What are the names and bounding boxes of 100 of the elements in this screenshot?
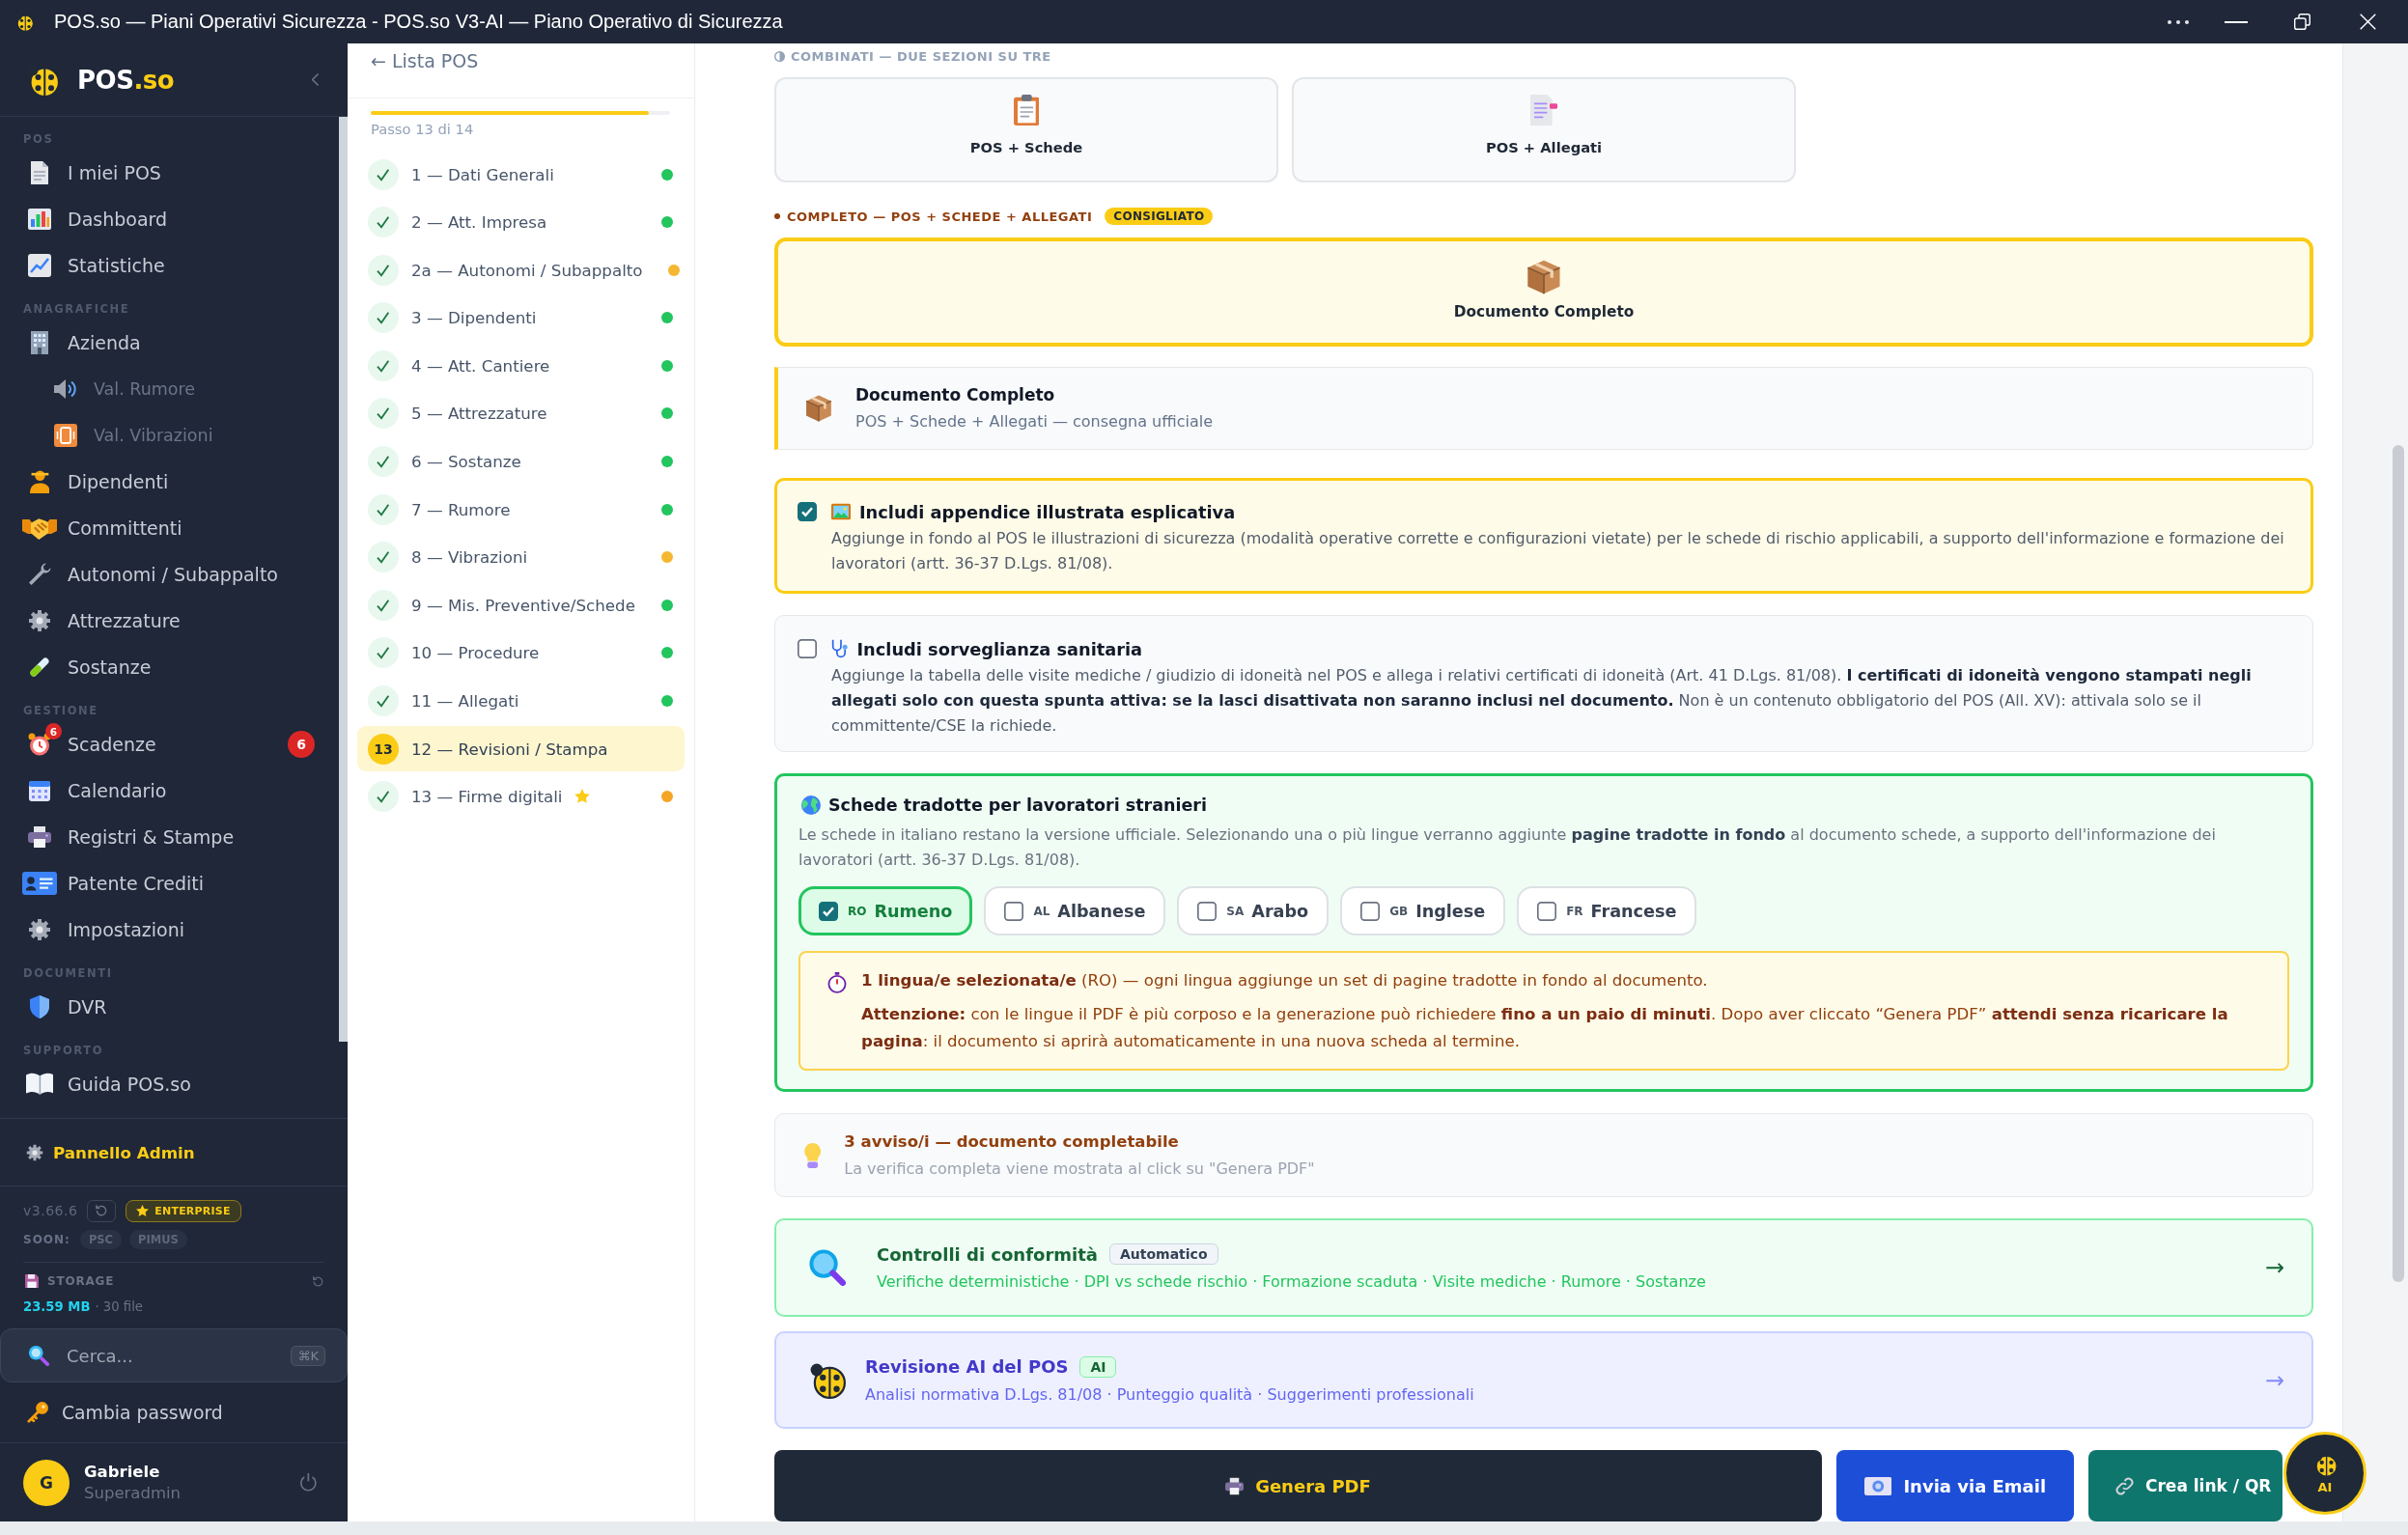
summary-subtitle: POS + Schede + Allegati — consegna ufficiale xyxy=(855,411,1214,433)
notice-text: Attenzione: con le lingue il PDF è più corposo e la generazione può richiedere fino a un paio di minuti. Dopo aver cliccato “Genera PDF” attendi senza ricaricare la pagina: il documento si aprirà automaticamente in una nuova scheda al termine. xyxy=(861,1004,2229,1052)
nav-item[interactable]: Azienda xyxy=(0,320,339,366)
create-link-button[interactable]: Crea link / QR xyxy=(2088,1450,2282,1521)
wrench-icon xyxy=(28,563,51,586)
gear-icon xyxy=(26,1143,43,1161)
feature-card[interactable]: Revisione AI del POS AI Analisi normativa D.Lgs. 81/08 · Punteggio qualità · Suggerimenti professionali → xyxy=(774,1331,2313,1429)
checkbox[interactable] xyxy=(1197,901,1218,921)
language-chip[interactable]: AL Albanese xyxy=(984,886,1166,935)
checkbox[interactable] xyxy=(798,639,817,658)
half-circle-icon xyxy=(774,50,785,62)
more-icon[interactable] xyxy=(2168,19,2189,24)
key-icon xyxy=(27,1402,48,1423)
notification-badge: 6 xyxy=(45,723,62,740)
count-badge: 6 xyxy=(288,731,315,758)
scrollbar-thumb[interactable] xyxy=(2393,445,2404,1282)
vibrating-phone-icon xyxy=(54,424,77,447)
checkbox[interactable] xyxy=(1360,901,1381,921)
language-chip[interactable]: FR Francese xyxy=(1517,886,1697,935)
step-number: 13 xyxy=(368,733,399,765)
step-item[interactable]: 13 — Firme digitali xyxy=(357,773,685,820)
card-icon xyxy=(1863,1476,1892,1495)
checkbox[interactable] xyxy=(819,901,838,921)
step-item[interactable]: 2a — Autonomi / Subappalto xyxy=(357,247,685,293)
nav-item[interactable]: Dashboard xyxy=(0,196,339,242)
warnings-subtitle: La verifica completa viene mostrata al click su "Genera PDF" xyxy=(844,1158,1315,1180)
step-item[interactable]: 8 — Vibrazioni xyxy=(357,534,685,580)
step-item[interactable]: 6 — Sostanze xyxy=(357,438,685,485)
nav-item[interactable]: Impostazioni xyxy=(0,907,339,953)
version-label: v3.66.6 xyxy=(23,1203,78,1218)
send-email-button[interactable]: Invia via Email xyxy=(1836,1450,2074,1521)
globe-icon xyxy=(801,795,821,815)
nav-item[interactable]: Guida POS.so xyxy=(0,1061,339,1107)
progress-label: Passo 13 di 14 xyxy=(371,121,475,138)
dot-icon xyxy=(774,213,780,219)
minimize-icon[interactable] xyxy=(2225,20,2248,23)
nav-item[interactable]: I miei POS xyxy=(0,150,339,196)
language-chip[interactable]: RO Rumeno xyxy=(798,886,973,935)
nav-item[interactable]: Sostanze xyxy=(0,644,339,690)
search-input[interactable]: Cerca... xyxy=(67,1345,274,1366)
option-title: Includi appendice illustrata esplicativa xyxy=(859,501,1236,522)
plan-label: ENTERPRISE xyxy=(154,1204,231,1217)
step-item[interactable]: 9 — Mis. Preventive/Schede xyxy=(357,582,685,628)
person-icon xyxy=(29,470,50,493)
nav-item[interactable]: DVR xyxy=(0,984,339,1030)
storage-size: 23.59 MB xyxy=(23,1298,91,1314)
chevron-left-icon[interactable] xyxy=(311,73,319,86)
step-item[interactable]: 11 — Allegati xyxy=(357,678,685,724)
step-item[interactable]: 1 — Dati Generali xyxy=(357,152,685,197)
shield-icon xyxy=(30,995,49,1019)
checkbox[interactable] xyxy=(1537,901,1557,921)
format-option[interactable]: POS + Schede xyxy=(774,77,1278,182)
step-item[interactable]: 13 12 — Revisioni / Stampa xyxy=(357,726,685,772)
nav-item[interactable]: Autonomi / Subappalto xyxy=(0,551,339,598)
nav-item[interactable]: 6 Scadenze 6 xyxy=(0,721,339,768)
forward-arrow: → xyxy=(2264,1366,2284,1394)
format-option[interactable]: Documento Completo xyxy=(774,237,2313,347)
alarm-clock-icon xyxy=(28,733,51,756)
power-icon[interactable] xyxy=(300,1472,317,1493)
step-item[interactable]: 10 — Procedure xyxy=(357,629,685,676)
step-item[interactable]: 5 — Attrezzature xyxy=(357,390,685,436)
ladybug-icon xyxy=(809,1361,846,1399)
step-item[interactable]: 3 — Dipendenti xyxy=(357,294,685,341)
warnings-title: 3 avviso/i — documento completabile xyxy=(844,1131,1180,1153)
option-description: Aggiunge in fondo al POS le illustrazioni di sicurezza (modalità operative corrette e configurazioni vietate) per le schede di rischio applicabili, a supporto dell'informazione e formazione dei lavoratori (artt. 36-37 D.Lgs. 81/08). xyxy=(831,528,2285,574)
refresh-button[interactable] xyxy=(87,1199,117,1222)
magnifier-icon xyxy=(809,1249,846,1286)
user-name: Gabriele xyxy=(84,1463,161,1481)
language-chip[interactable]: SA Arabo xyxy=(1177,886,1330,935)
user-role: Superadmin xyxy=(84,1484,182,1502)
format-option[interactable]: POS + Allegati xyxy=(1292,77,1796,182)
step-item[interactable]: 7 — Rumore xyxy=(357,487,685,533)
nav-item[interactable]: Committenti xyxy=(0,505,339,551)
checkbox[interactable] xyxy=(798,502,817,521)
card-badge: Automatico xyxy=(1108,1243,1218,1265)
checkbox[interactable] xyxy=(1004,901,1024,921)
nav-item[interactable]: Patente Crediti xyxy=(0,860,339,907)
restore-icon[interactable] xyxy=(2293,14,2310,30)
notice-text: 1 lingua/e selezionata/e (RO) — ogni lingua aggiunge un set di pagine tradotte in fondo al documento. xyxy=(861,970,1709,991)
bar-chart-icon xyxy=(28,208,51,231)
nav-item[interactable]: Dipendenti xyxy=(0,459,339,505)
nav-item[interactable]: Registri & Stampe xyxy=(0,814,339,860)
user-avatar: G xyxy=(23,1459,70,1506)
back-link[interactable]: ← Lista POS xyxy=(371,50,479,71)
nav-item[interactable]: Attrezzature xyxy=(0,598,339,644)
card-badge: AI xyxy=(1079,1355,1117,1378)
refresh-icon[interactable] xyxy=(312,1274,324,1288)
nav-item[interactable]: Calendario xyxy=(0,768,339,814)
search-icon xyxy=(28,1345,49,1366)
step-item[interactable]: 2 — Att. Impresa xyxy=(357,199,685,245)
generate-pdf-button[interactable]: Genera PDF xyxy=(774,1450,1822,1521)
card-subtitle: Analisi normativa D.Lgs. 81/08 · Punteggio qualità · Suggerimenti professionali xyxy=(865,1383,1475,1406)
package-icon xyxy=(1526,260,1561,294)
feature-card[interactable]: Controlli di conformità Automatico Verifiche deterministiche · DPI vs schede rischio · Formazione scaduta · Visite mediche · Rumore · Sostanze → xyxy=(774,1218,2313,1317)
language-chip[interactable]: GB Inglese xyxy=(1340,886,1506,935)
step-item[interactable]: 4 — Att. Cantiere xyxy=(357,343,685,389)
nav-item[interactable]: Statistiche xyxy=(0,242,339,289)
scrollbar-thumb[interactable] xyxy=(339,117,348,1042)
card-title: Revisione AI del POS xyxy=(865,1356,1069,1377)
close-icon[interactable] xyxy=(2359,14,2376,30)
